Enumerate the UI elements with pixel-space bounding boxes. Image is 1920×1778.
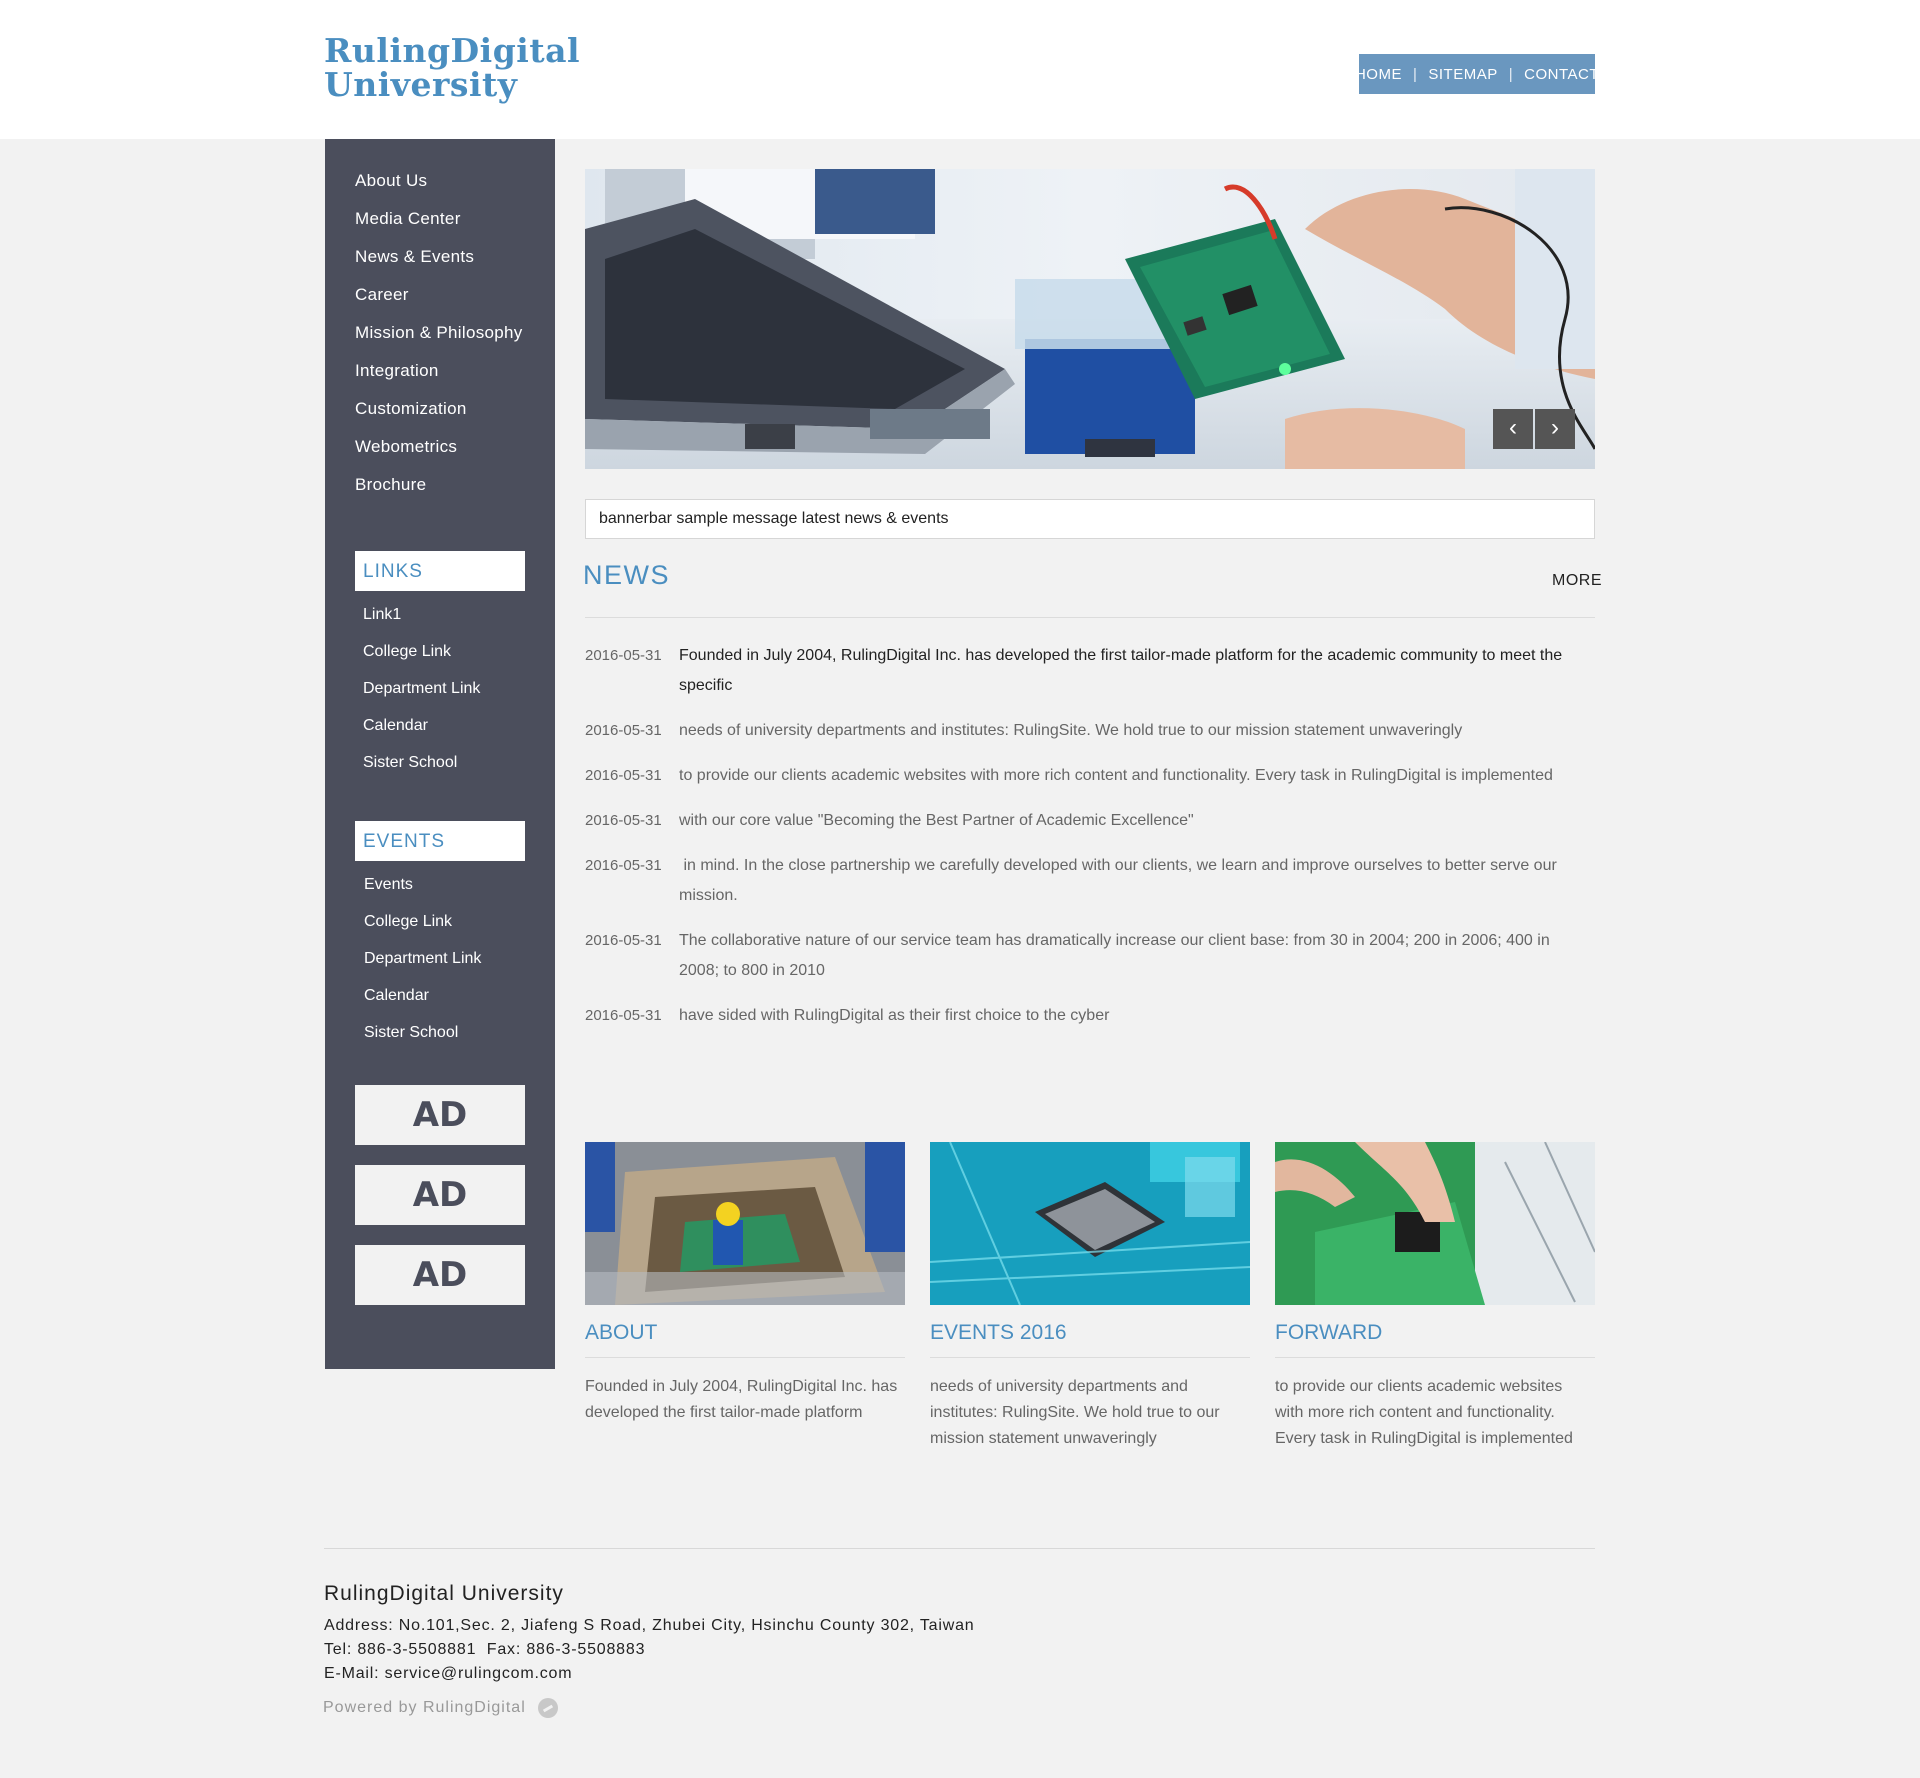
site-header: RulingDigital University HOME | SITEMAP …: [0, 0, 1920, 139]
chevron-left-icon: ‹: [1509, 414, 1517, 441]
news-divider: [585, 617, 1595, 618]
news-link[interactable]: in mind. In the close partnership we car…: [679, 851, 1595, 911]
links-list: Link1 College Link Department Link Calen…: [363, 604, 480, 789]
sidebar: About Us Media Center News & Events Care…: [325, 139, 555, 1369]
card-forward: FORWARD to provide our clients academic …: [1275, 1142, 1595, 1452]
card-about-title[interactable]: ABOUT: [585, 1317, 905, 1349]
news-item: 2016-05-31 to provide our clients academ…: [585, 761, 1595, 791]
chevron-right-icon: ›: [1551, 414, 1559, 441]
powered-by-text: Powered by RulingDigital: [323, 1699, 526, 1716]
news-link[interactable]: Founded in July 2004, RulingDigital Inc.…: [679, 641, 1595, 701]
card-about-text: Founded in July 2004, RulingDigital Inc.…: [585, 1378, 898, 1421]
news-section-title: NEWS: [583, 560, 670, 590]
card-events-title[interactable]: EVENTS 2016: [930, 1317, 1250, 1349]
card-about: ABOUT Founded in July 2004, RulingDigita…: [585, 1142, 905, 1426]
nav-home-link[interactable]: HOME: [1353, 66, 1404, 83]
news-link[interactable]: The collaborative nature of our service …: [679, 926, 1595, 986]
footer-site-name: RulingDigital University: [324, 1582, 564, 1605]
nav-contact-link[interactable]: CONTACT: [1522, 66, 1601, 83]
news-item: 2016-05-31 The collaborative nature of o…: [585, 926, 1595, 986]
sidebar-item-integration[interactable]: Integration: [355, 361, 439, 380]
footer-email[interactable]: E-Mail: service@rulingcom.com: [324, 1665, 572, 1683]
nav-separator: |: [1508, 65, 1514, 83]
sidebar-item-news-events[interactable]: News & Events: [355, 247, 474, 266]
powered-by-link[interactable]: Powered by RulingDigital: [323, 1698, 558, 1718]
card-divider: [930, 1357, 1250, 1358]
sidebar-item-brochure[interactable]: Brochure: [355, 475, 426, 494]
links-heading: LINKS: [355, 551, 525, 591]
news-item: 2016-05-31 in mind. In the close partner…: [585, 851, 1595, 911]
news-item: 2016-05-31 Founded in July 2004, RulingD…: [585, 641, 1595, 701]
news-date: 2016-05-31: [585, 722, 662, 739]
banner-bar-message: bannerbar sample message latest news & e…: [585, 499, 1595, 539]
ad-banner-3[interactable]: AD: [355, 1245, 525, 1305]
card-events-image[interactable]: [930, 1142, 1250, 1305]
hero-banner[interactable]: ‹ ›: [585, 169, 1595, 469]
news-link[interactable]: with our core value "Becoming the Best P…: [679, 806, 1595, 836]
sidebar-main-menu: About Us Media Center News & Events Care…: [355, 169, 523, 511]
news-date: 2016-05-31: [585, 647, 662, 664]
news-link[interactable]: to provide our clients academic websites…: [679, 761, 1595, 791]
logo-line-2: University: [324, 65, 518, 104]
news-item: 2016-05-31 have sided with RulingDigital…: [585, 1001, 1595, 1031]
news-date: 2016-05-31: [585, 857, 662, 874]
event-item-calendar[interactable]: Calendar: [364, 987, 429, 1004]
footer-address: Address: No.101,Sec. 2, Jiafeng S Road, …: [324, 1617, 975, 1634]
card-forward-text: to provide our clients academic websites…: [1275, 1378, 1573, 1447]
news-more-link[interactable]: MORE: [1552, 572, 1602, 590]
logo-line-1: RulingDigital: [324, 31, 580, 70]
hero-banner-image: [585, 169, 1595, 469]
card-about-image[interactable]: [585, 1142, 905, 1305]
sidebar-item-customization[interactable]: Customization: [355, 399, 467, 418]
footer-divider: [324, 1548, 1595, 1549]
events-heading: EVENTS: [355, 821, 525, 861]
card-forward-title[interactable]: FORWARD: [1275, 1317, 1595, 1349]
card-events-2016: EVENTS 2016 needs of university departme…: [930, 1142, 1250, 1452]
slider-next-button[interactable]: ›: [1535, 409, 1575, 449]
sidebar-item-career[interactable]: Career: [355, 285, 409, 304]
nav-sitemap-link[interactable]: SITEMAP: [1426, 66, 1499, 83]
event-item-college-link[interactable]: College Link: [364, 913, 452, 930]
nav-separator: |: [1412, 65, 1418, 83]
card-divider: [585, 1357, 905, 1358]
events-list: Events College Link Department Link Cale…: [364, 874, 481, 1059]
news-link[interactable]: have sided with RulingDigital as their f…: [679, 1001, 1595, 1031]
link-item-calendar[interactable]: Calendar: [363, 717, 428, 734]
news-date: 2016-05-31: [585, 1007, 662, 1024]
event-item-sister-school[interactable]: Sister School: [364, 1024, 458, 1041]
news-link[interactable]: needs of university departments and inst…: [679, 716, 1595, 746]
link-item-department-link[interactable]: Department Link: [363, 680, 480, 697]
rulingdigital-logo-icon: [537, 1698, 558, 1718]
sidebar-item-webometrics[interactable]: Webometrics: [355, 437, 457, 456]
news-item: 2016-05-31 needs of university departmen…: [585, 716, 1595, 746]
card-forward-image[interactable]: [1275, 1142, 1595, 1305]
event-item-department-link[interactable]: Department Link: [364, 950, 481, 967]
slider-prev-button[interactable]: ‹: [1493, 409, 1533, 449]
card-events-text: needs of university departments and inst…: [930, 1378, 1220, 1447]
news-item: 2016-05-31 with our core value "Becoming…: [585, 806, 1595, 836]
event-item-events[interactable]: Events: [364, 876, 413, 893]
top-nav: HOME | SITEMAP | CONTACT: [1355, 54, 1599, 94]
link-item-link1[interactable]: Link1: [363, 606, 401, 623]
news-date: 2016-05-31: [585, 932, 662, 949]
site-logo[interactable]: RulingDigital University: [324, 34, 580, 102]
news-date: 2016-05-31: [585, 812, 662, 829]
link-item-sister-school[interactable]: Sister School: [363, 754, 457, 771]
sidebar-item-mission-philosophy[interactable]: Mission & Philosophy: [355, 323, 523, 342]
card-divider: [1275, 1357, 1595, 1358]
sidebar-item-about-us[interactable]: About Us: [355, 171, 427, 190]
news-date: 2016-05-31: [585, 767, 662, 784]
link-item-college-link[interactable]: College Link: [363, 643, 451, 660]
sidebar-item-media-center[interactable]: Media Center: [355, 209, 461, 228]
ad-banner-1[interactable]: AD: [355, 1085, 525, 1145]
footer-phone: Tel: 886-3-5508881 Fax: 886-3-5508883: [324, 1641, 646, 1658]
news-list: 2016-05-31 Founded in July 2004, RulingD…: [585, 641, 1595, 1046]
ad-banner-2[interactable]: AD: [355, 1165, 525, 1225]
